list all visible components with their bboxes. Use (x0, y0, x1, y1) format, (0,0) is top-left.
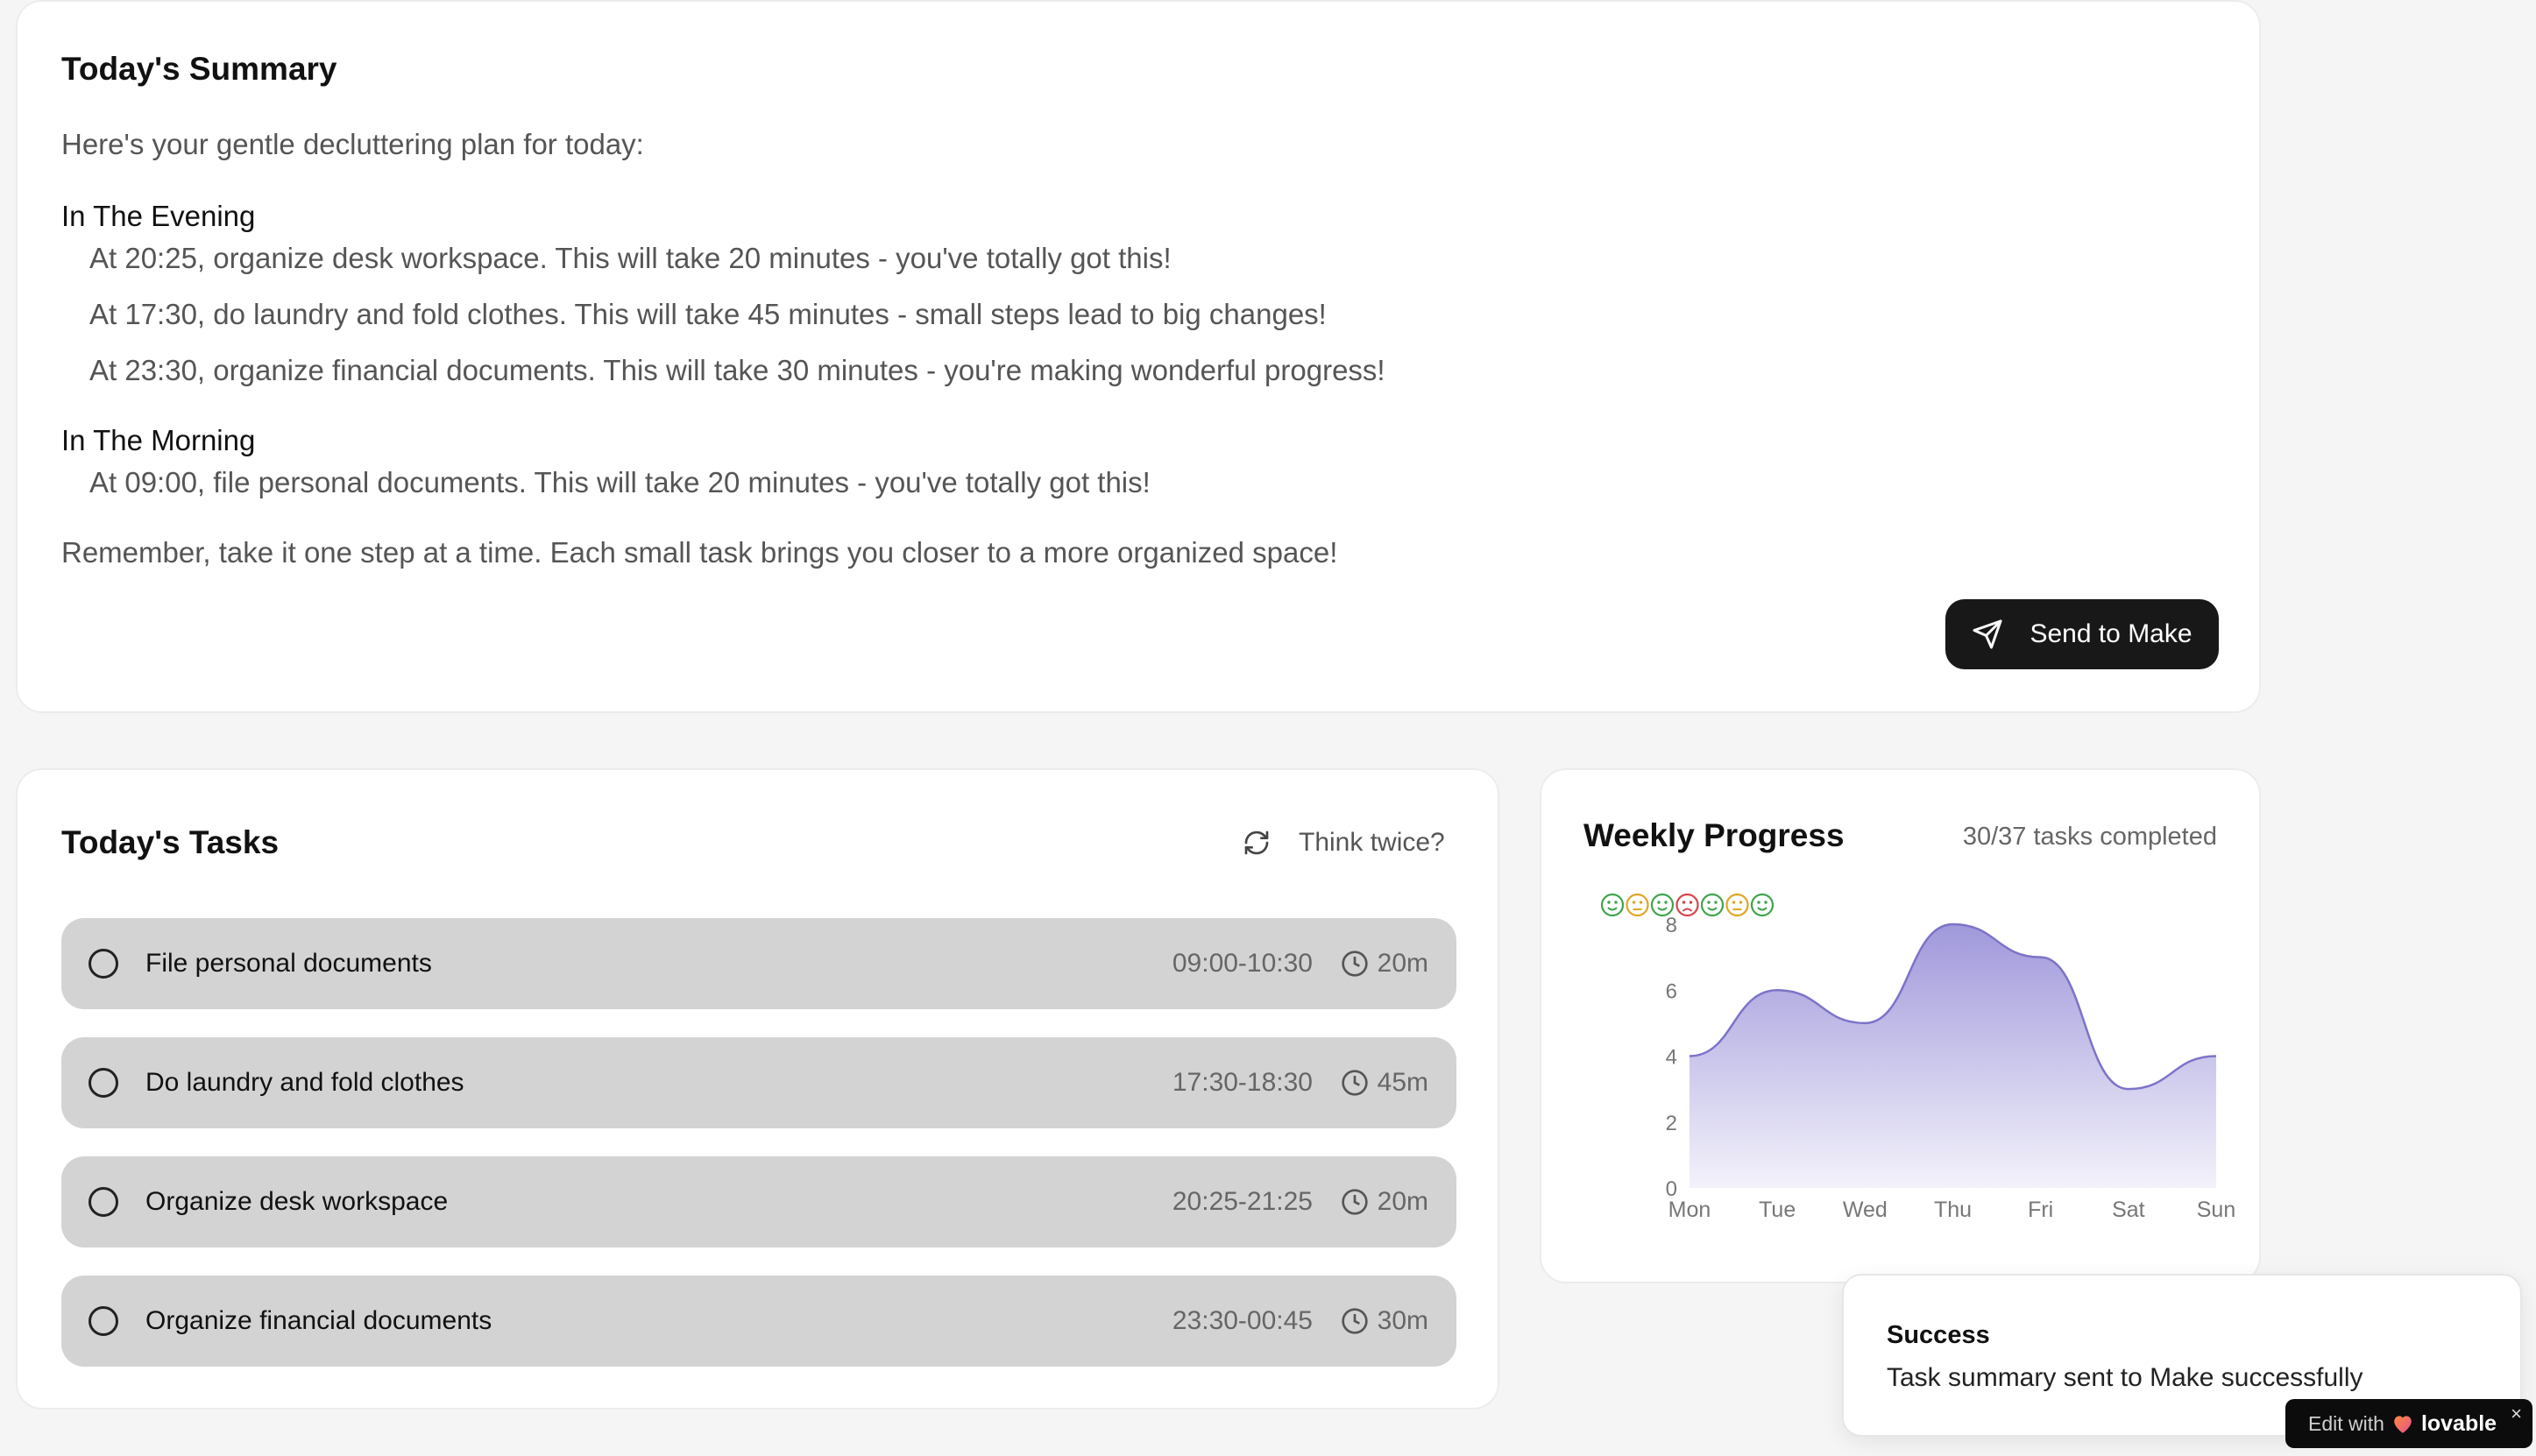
sad-face-icon (1675, 893, 1699, 917)
y-tick-label: 4 (1666, 1046, 1677, 1070)
summary-closing: Remember, take it one step at a time. Ea… (61, 536, 1338, 569)
summary-card: Today's Summary Here's your gentle declu… (16, 0, 2261, 713)
task-time: 09:00-10:30 (1172, 949, 1313, 978)
task-duration: 20m (1341, 949, 1428, 979)
y-tick-label: 6 (1666, 979, 1677, 1003)
send-button-label: Send to Make (2030, 619, 2192, 648)
task-duration: 45m (1341, 1068, 1428, 1098)
close-icon[interactable]: × (2511, 1403, 2522, 1425)
summary-item: At 20:25, organize desk workspace. This … (89, 242, 1172, 274)
send-to-make-button[interactable]: Send to Make (1945, 599, 2219, 669)
badge-prefix: Edit with (2308, 1411, 2384, 1435)
task-duration: 30m (1341, 1306, 1428, 1336)
y-tick-label: 8 (1666, 914, 1677, 937)
think-twice-label: Think twice? (1299, 828, 1445, 857)
x-tick-label: Mon (1668, 1198, 1711, 1222)
happy-face-icon (1600, 893, 1625, 917)
clock-icon (1341, 951, 1368, 977)
task-row[interactable]: Do laundry and fold clothes 17:30-18:30 … (61, 1037, 1456, 1128)
refresh-icon (1244, 830, 1269, 855)
weekly-progress-card: Weekly Progress 30/37 tasks completed 02… (1540, 768, 2261, 1283)
toast-title: Success (1887, 1321, 1990, 1349)
x-tick-label: Sat (2112, 1198, 2145, 1222)
heart-icon (2394, 1416, 2412, 1433)
task-name: Do laundry and fold clothes (145, 1068, 464, 1097)
happy-face-icon (1700, 893, 1725, 917)
task-name: Organize financial documents (145, 1306, 492, 1335)
task-checkbox[interactable] (89, 1068, 118, 1098)
task-checkbox[interactable] (89, 1187, 118, 1217)
summary-item: At 09:00, file personal documents. This … (89, 466, 1151, 498)
summary-intro: Here's your gentle decluttering plan for… (61, 128, 644, 160)
task-name: Organize desk workspace (145, 1187, 449, 1216)
x-tick-label: Sun (2197, 1198, 2235, 1222)
task-checkbox[interactable] (89, 1306, 118, 1336)
task-duration-value: 20m (1377, 1187, 1428, 1216)
summary-title: Today's Summary (61, 51, 337, 87)
task-row[interactable]: Organize desk workspace 20:25-21:25 20m (61, 1156, 1456, 1247)
task-duration-value: 45m (1377, 1068, 1428, 1097)
think-twice-button[interactable]: Think twice? (1223, 805, 1469, 880)
neutral-face-icon (1725, 893, 1749, 917)
weekly-progress-chart: 02468Mon Tue Wed Thu Fri Sat Sun (1600, 893, 2235, 1222)
badge-brand: lovable (2420, 1410, 2497, 1436)
section-heading-morning: In The Morning (61, 424, 256, 456)
clock-icon (1341, 1070, 1368, 1096)
y-tick-label: 2 (1666, 1112, 1677, 1135)
task-duration-value: 20m (1377, 949, 1428, 978)
task-name: File personal documents (145, 949, 432, 978)
task-duration-value: 30m (1377, 1306, 1428, 1335)
neutral-face-icon (1626, 893, 1649, 917)
task-time: 17:30-18:30 (1172, 1068, 1313, 1097)
x-tick-label: Fri (2028, 1198, 2053, 1222)
task-row[interactable]: File personal documents 09:00-10:30 20m (61, 918, 1456, 1009)
happy-face-icon (1650, 893, 1675, 917)
clock-icon (1341, 1308, 1368, 1334)
summary-item: At 17:30, do laundry and fold clothes. T… (89, 298, 1327, 330)
x-tick-label: Wed (1843, 1198, 1888, 1222)
task-time: 23:30-00:45 (1172, 1306, 1313, 1335)
happy-face-icon (1750, 893, 1774, 917)
clock-icon (1341, 1189, 1368, 1215)
section-heading-evening: In The Evening (61, 200, 256, 232)
task-time: 20:25-21:25 (1172, 1187, 1313, 1216)
x-tick-label: Thu (1934, 1198, 1972, 1222)
task-duration: 20m (1341, 1187, 1428, 1217)
tasks-card: Today's Tasks Think twice? File personal… (16, 768, 1499, 1410)
x-tick-label: Tue (1759, 1198, 1796, 1222)
area-fill (1689, 924, 2216, 1188)
toast-message: Task summary sent to Make successfully (1887, 1363, 2363, 1392)
send-icon (1973, 619, 2002, 649)
edit-with-lovable-badge[interactable]: Edit with lovable × (2285, 1399, 2532, 1448)
tasks-title: Today's Tasks (61, 824, 280, 860)
task-row[interactable]: Organize financial documents 23:30-00:45… (61, 1276, 1456, 1367)
summary-item: At 23:30, organize financial documents. … (89, 354, 1385, 386)
task-checkbox[interactable] (89, 949, 118, 979)
